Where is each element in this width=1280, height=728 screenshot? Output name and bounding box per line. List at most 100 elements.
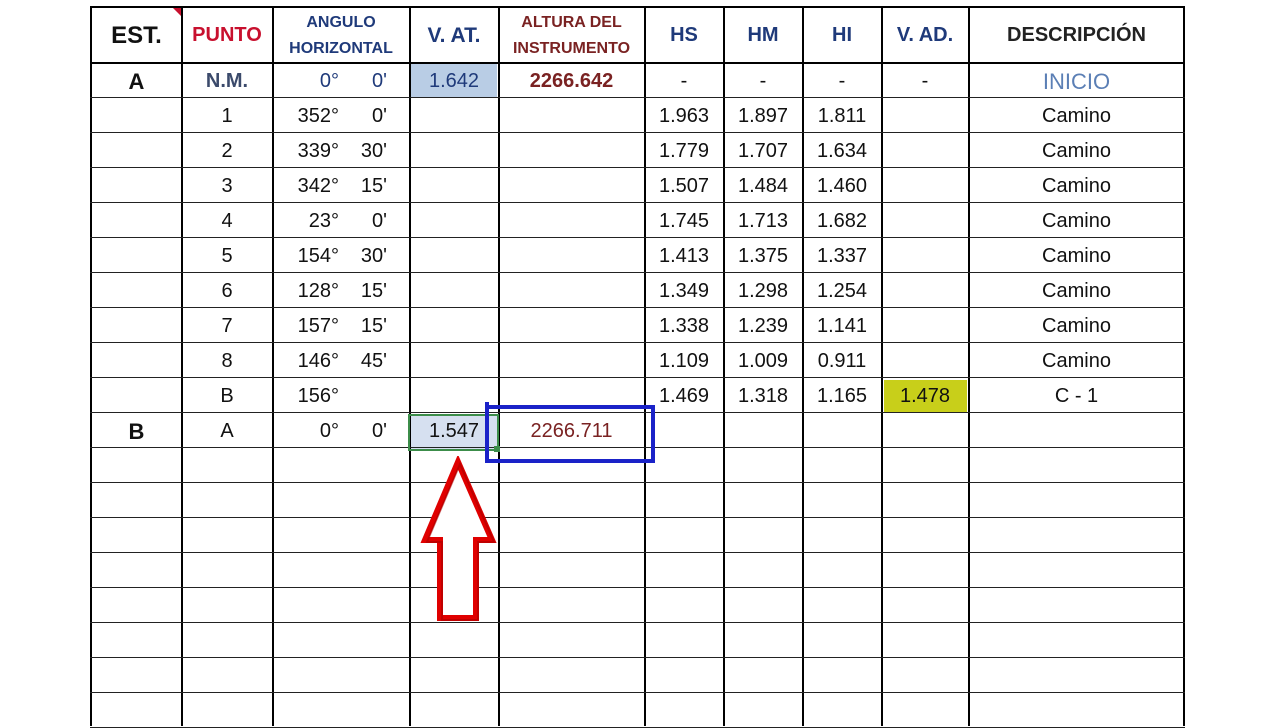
cell-v-at[interactable] [410, 309, 498, 344]
cell-hi[interactable]: 1.337 [803, 239, 881, 274]
cell-hs[interactable]: 1.349 [645, 274, 723, 309]
cell-hs[interactable]: - [645, 64, 723, 99]
cell-v-ad[interactable]: 1.478 [882, 379, 968, 414]
cell-v-ad[interactable] [882, 344, 968, 379]
cell-punto[interactable]: 1 [182, 99, 272, 134]
cell-hi[interactable]: - [803, 64, 881, 99]
cell-est[interactable]: A [92, 64, 181, 99]
cell-est[interactable] [92, 239, 181, 274]
cell-v-ad[interactable] [882, 134, 968, 169]
cell-hi[interactable]: 1.682 [803, 204, 881, 239]
cell-v-ad[interactable] [882, 274, 968, 309]
cell-hs[interactable]: 1.963 [645, 99, 723, 134]
cell-punto[interactable]: 4 [182, 204, 272, 239]
cell-v-ad[interactable] [882, 169, 968, 204]
cell-v-ad[interactable] [882, 309, 968, 344]
cell-altura[interactable] [499, 99, 644, 134]
cell-v-at[interactable] [410, 204, 498, 239]
cell-hs[interactable]: 1.109 [645, 344, 723, 379]
cell-hs[interactable]: 1.413 [645, 239, 723, 274]
cell-hm[interactable]: 1.009 [724, 344, 802, 379]
cell-punto[interactable]: 7 [182, 309, 272, 344]
cell-punto[interactable]: 5 [182, 239, 272, 274]
cell-hi[interactable] [803, 414, 881, 449]
cell-v-at[interactable] [410, 344, 498, 379]
cell-hm[interactable]: 1.318 [724, 379, 802, 414]
cell-punto[interactable]: N.M. [182, 64, 272, 99]
cell-angulo-horizontal[interactable]: 128° 15' [273, 274, 409, 309]
cell-v-at[interactable]: 1.642 [410, 64, 498, 99]
cell-angulo-horizontal[interactable]: 339° 30' [273, 134, 409, 169]
cell-altura[interactable] [499, 134, 644, 169]
cell-v-ad[interactable] [882, 414, 968, 449]
cell-altura[interactable] [499, 344, 644, 379]
cell-altura[interactable] [499, 204, 644, 239]
cell-descripcion[interactable]: C - 1 [969, 379, 1184, 414]
cell-descripcion[interactable]: Camino [969, 239, 1184, 274]
cell-est[interactable] [92, 344, 181, 379]
cell-est[interactable] [92, 204, 181, 239]
cell-hi[interactable]: 1.460 [803, 169, 881, 204]
cell-punto[interactable]: 2 [182, 134, 272, 169]
cell-hi[interactable]: 0.911 [803, 344, 881, 379]
cell-hs[interactable]: 1.338 [645, 309, 723, 344]
cell-altura[interactable] [499, 309, 644, 344]
cell-v-at[interactable] [410, 134, 498, 169]
cell-angulo-horizontal[interactable]: 0° 0' [273, 64, 409, 99]
cell-angulo-horizontal[interactable]: 146° 45' [273, 344, 409, 379]
cell-altura[interactable] [499, 274, 644, 309]
cell-hs[interactable]: 1.779 [645, 134, 723, 169]
cell-angulo-horizontal[interactable]: 23° 0' [273, 204, 409, 239]
cell-punto[interactable]: 3 [182, 169, 272, 204]
cell-punto[interactable]: B [182, 379, 272, 414]
cell-punto[interactable]: 6 [182, 274, 272, 309]
cell-v-ad[interactable]: - [882, 64, 968, 99]
cell-altura[interactable]: 2266.642 [499, 64, 644, 99]
cell-est[interactable] [92, 274, 181, 309]
cell-angulo-horizontal[interactable]: 0° 0' [273, 414, 409, 449]
cell-angulo-horizontal[interactable]: 156° [273, 379, 409, 414]
cell-angulo-horizontal[interactable]: 154° 30' [273, 239, 409, 274]
cell-hm[interactable]: - [724, 64, 802, 99]
cell-descripcion[interactable]: Camino [969, 309, 1184, 344]
cell-hs[interactable]: 1.745 [645, 204, 723, 239]
cell-hi[interactable]: 1.811 [803, 99, 881, 134]
cell-v-at[interactable] [410, 99, 498, 134]
cell-angulo-horizontal[interactable]: 157° 15' [273, 309, 409, 344]
cell-hm[interactable] [724, 414, 802, 449]
cell-hs[interactable]: 1.507 [645, 169, 723, 204]
cell-descripcion[interactable]: Camino [969, 204, 1184, 239]
cell-altura[interactable] [499, 169, 644, 204]
cell-v-at[interactable] [410, 169, 498, 204]
cell-est[interactable]: B [92, 414, 181, 449]
cell-descripcion[interactable]: Camino [969, 134, 1184, 169]
cell-hs[interactable] [645, 414, 723, 449]
cell-descripcion[interactable]: INICIO [969, 64, 1184, 99]
cell-angulo-horizontal[interactable]: 342° 15' [273, 169, 409, 204]
cell-hm[interactable]: 1.897 [724, 99, 802, 134]
cell-hi[interactable]: 1.634 [803, 134, 881, 169]
cell-punto[interactable]: 8 [182, 344, 272, 379]
cell-angulo-horizontal[interactable]: 352° 0' [273, 99, 409, 134]
cell-v-ad[interactable] [882, 204, 968, 239]
cell-descripcion[interactable]: Camino [969, 169, 1184, 204]
cell-hi[interactable]: 1.141 [803, 309, 881, 344]
cell-altura[interactable] [499, 239, 644, 274]
cell-est[interactable] [92, 169, 181, 204]
cell-descripcion[interactable] [969, 414, 1184, 449]
cell-descripcion[interactable]: Camino [969, 274, 1184, 309]
cell-v-ad[interactable] [882, 99, 968, 134]
cell-est[interactable] [92, 134, 181, 169]
comment-indicator-icon[interactable] [172, 7, 181, 16]
cell-hm[interactable]: 1.484 [724, 169, 802, 204]
cell-est[interactable] [92, 379, 181, 414]
cell-v-at[interactable] [410, 239, 498, 274]
cell-punto[interactable]: A [182, 414, 272, 449]
cell-hs[interactable]: 1.469 [645, 379, 723, 414]
cell-hi[interactable]: 1.254 [803, 274, 881, 309]
cell-hm[interactable]: 1.707 [724, 134, 802, 169]
cell-hm[interactable]: 1.239 [724, 309, 802, 344]
cell-est[interactable] [92, 99, 181, 134]
cell-descripcion[interactable]: Camino [969, 344, 1184, 379]
cell-hm[interactable]: 1.713 [724, 204, 802, 239]
